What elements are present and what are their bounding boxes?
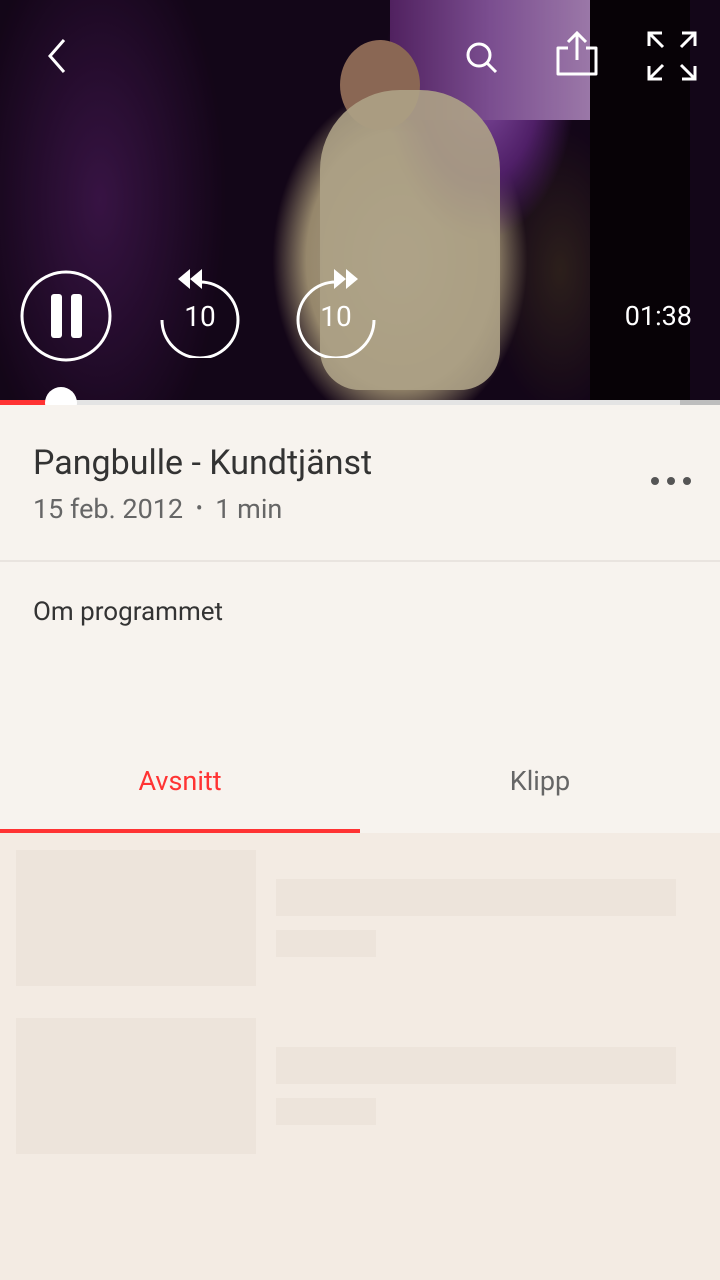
skip-back-seconds: 10 bbox=[184, 300, 216, 333]
tab-klipp[interactable]: Klipp bbox=[360, 765, 720, 797]
skeleton-thumbnail bbox=[16, 850, 256, 986]
duration: 1 min bbox=[215, 493, 283, 525]
active-tab-indicator bbox=[0, 829, 360, 833]
current-time: 01:38 bbox=[624, 300, 692, 332]
air-date: 15 feb. 2012 bbox=[33, 493, 184, 525]
skeleton-subtitle bbox=[276, 1098, 376, 1125]
back-arrow-icon[interactable] bbox=[40, 36, 74, 76]
skeleton-subtitle bbox=[276, 930, 376, 957]
program-meta: 15 feb. 2012 • 1 min bbox=[33, 493, 282, 525]
share-icon[interactable] bbox=[552, 30, 600, 78]
more-options-icon[interactable] bbox=[650, 467, 692, 495]
skeleton-title bbox=[276, 1047, 676, 1084]
program-info: Pangbulle - Kundtjänst 15 feb. 2012 • 1 … bbox=[0, 405, 720, 833]
fullscreen-icon[interactable] bbox=[646, 30, 698, 82]
skeleton-title bbox=[276, 879, 676, 916]
search-icon[interactable] bbox=[462, 38, 502, 78]
video-player[interactable]: 10 10 01:38 bbox=[0, 0, 720, 402]
program-title: Pangbulle - Kundtjänst bbox=[33, 443, 373, 483]
skip-forward-button[interactable]: 10 bbox=[294, 266, 378, 358]
about-program-link[interactable]: Om programmet bbox=[33, 597, 223, 627]
divider bbox=[0, 560, 720, 562]
skip-forward-seconds: 10 bbox=[320, 300, 352, 333]
skip-back-button[interactable]: 10 bbox=[158, 266, 242, 358]
meta-separator: • bbox=[195, 496, 203, 520]
skeleton-thumbnail bbox=[16, 1018, 256, 1154]
tab-avsnitt[interactable]: Avsnitt bbox=[0, 765, 360, 797]
pause-icon[interactable] bbox=[20, 270, 112, 362]
